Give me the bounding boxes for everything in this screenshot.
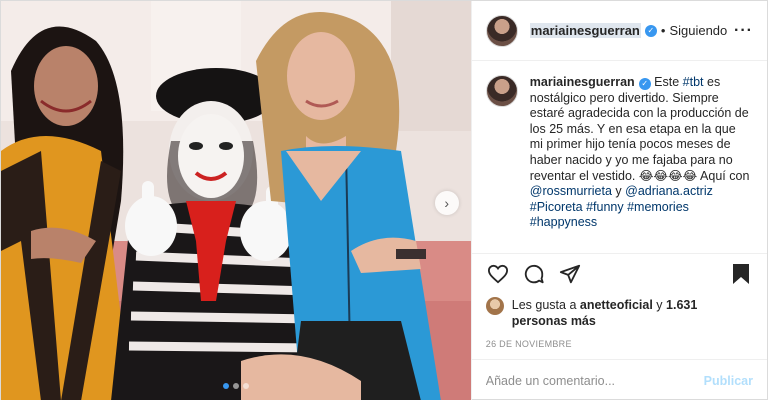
- liker-username[interactable]: anetteoficial: [580, 298, 653, 312]
- caption-avatar[interactable]: [485, 75, 518, 107]
- carousel-dot: [222, 383, 229, 389]
- like-button[interactable]: [484, 260, 512, 288]
- save-button[interactable]: [727, 260, 755, 288]
- mention-link[interactable]: @rossmurrieta: [530, 184, 612, 198]
- caption-username[interactable]: mariainesguerran: [530, 75, 635, 89]
- heart-icon: [487, 264, 508, 283]
- carousel-indicator: [222, 383, 249, 389]
- following-button[interactable]: Siguiendo: [669, 23, 727, 38]
- likes-prefix: Les gusta a: [511, 298, 580, 312]
- publish-button[interactable]: Publicar: [704, 374, 753, 388]
- likes-summary: Les gusta a anetteoficial y 1.631 person…: [472, 293, 767, 329]
- user-avatar[interactable]: [485, 14, 518, 47]
- likes-middle: y: [652, 298, 667, 312]
- hashtag-link[interactable]: #funny: [586, 200, 624, 214]
- send-icon: [559, 264, 580, 283]
- hashtag-link[interactable]: #tbt: [683, 75, 704, 89]
- carousel-dot: [232, 383, 239, 389]
- post-photo[interactable]: ›: [1, 1, 472, 400]
- follow-separator: •: [660, 23, 666, 38]
- caption-text: Este: [654, 75, 683, 89]
- carousel-dot: [242, 383, 249, 389]
- comment-button[interactable]: [520, 260, 548, 288]
- post-side-panel: mariainesguerran ✓ • Siguiendo ··· maria…: [471, 1, 767, 400]
- likes-text: Les gusta a anetteoficial y 1.631 person…: [512, 297, 753, 329]
- post-caption: mariainesguerran ✓ Este #tbt es nostálgic…: [530, 75, 752, 253]
- instagram-post: › mariainesguerran ✓ • Siguiendo ··· mar…: [0, 0, 768, 400]
- post-header: mariainesguerran ✓ • Siguiendo ···: [471, 1, 767, 61]
- chevron-right-icon: ›: [444, 195, 450, 211]
- carousel-next-button[interactable]: ›: [434, 191, 459, 215]
- hashtag-link[interactable]: #Picoreta: [530, 200, 583, 214]
- comment-icon: [524, 264, 544, 283]
- add-comment-bar: Publicar: [471, 359, 767, 400]
- share-button[interactable]: [556, 260, 584, 288]
- verified-badge-icon: ✓: [638, 77, 651, 90]
- comments-area: mariainesguerran ✓ Este #tbt es nostálgic…: [472, 61, 767, 253]
- bookmark-filled-icon: [733, 263, 749, 284]
- post-actions: [471, 253, 767, 293]
- liker-avatar[interactable]: [485, 297, 504, 315]
- post-date[interactable]: 26 DE NOVIEMBRE: [472, 329, 767, 359]
- verified-badge-icon: ✓: [644, 24, 657, 37]
- caption-text: es nostálgico pero divertido. Siempre es…: [529, 75, 750, 183]
- header-username[interactable]: mariainesguerran: [529, 23, 641, 38]
- mention-link[interactable]: @adriana.actriz: [625, 184, 713, 198]
- more-horizontal-icon[interactable]: ···: [734, 22, 753, 40]
- hashtag-link[interactable]: #memories: [627, 200, 689, 214]
- comment-input[interactable]: [485, 373, 704, 388]
- hashtag-link[interactable]: #happyness: [530, 215, 597, 229]
- caption-text: y: [611, 184, 626, 199]
- photo-illustration: [1, 1, 471, 400]
